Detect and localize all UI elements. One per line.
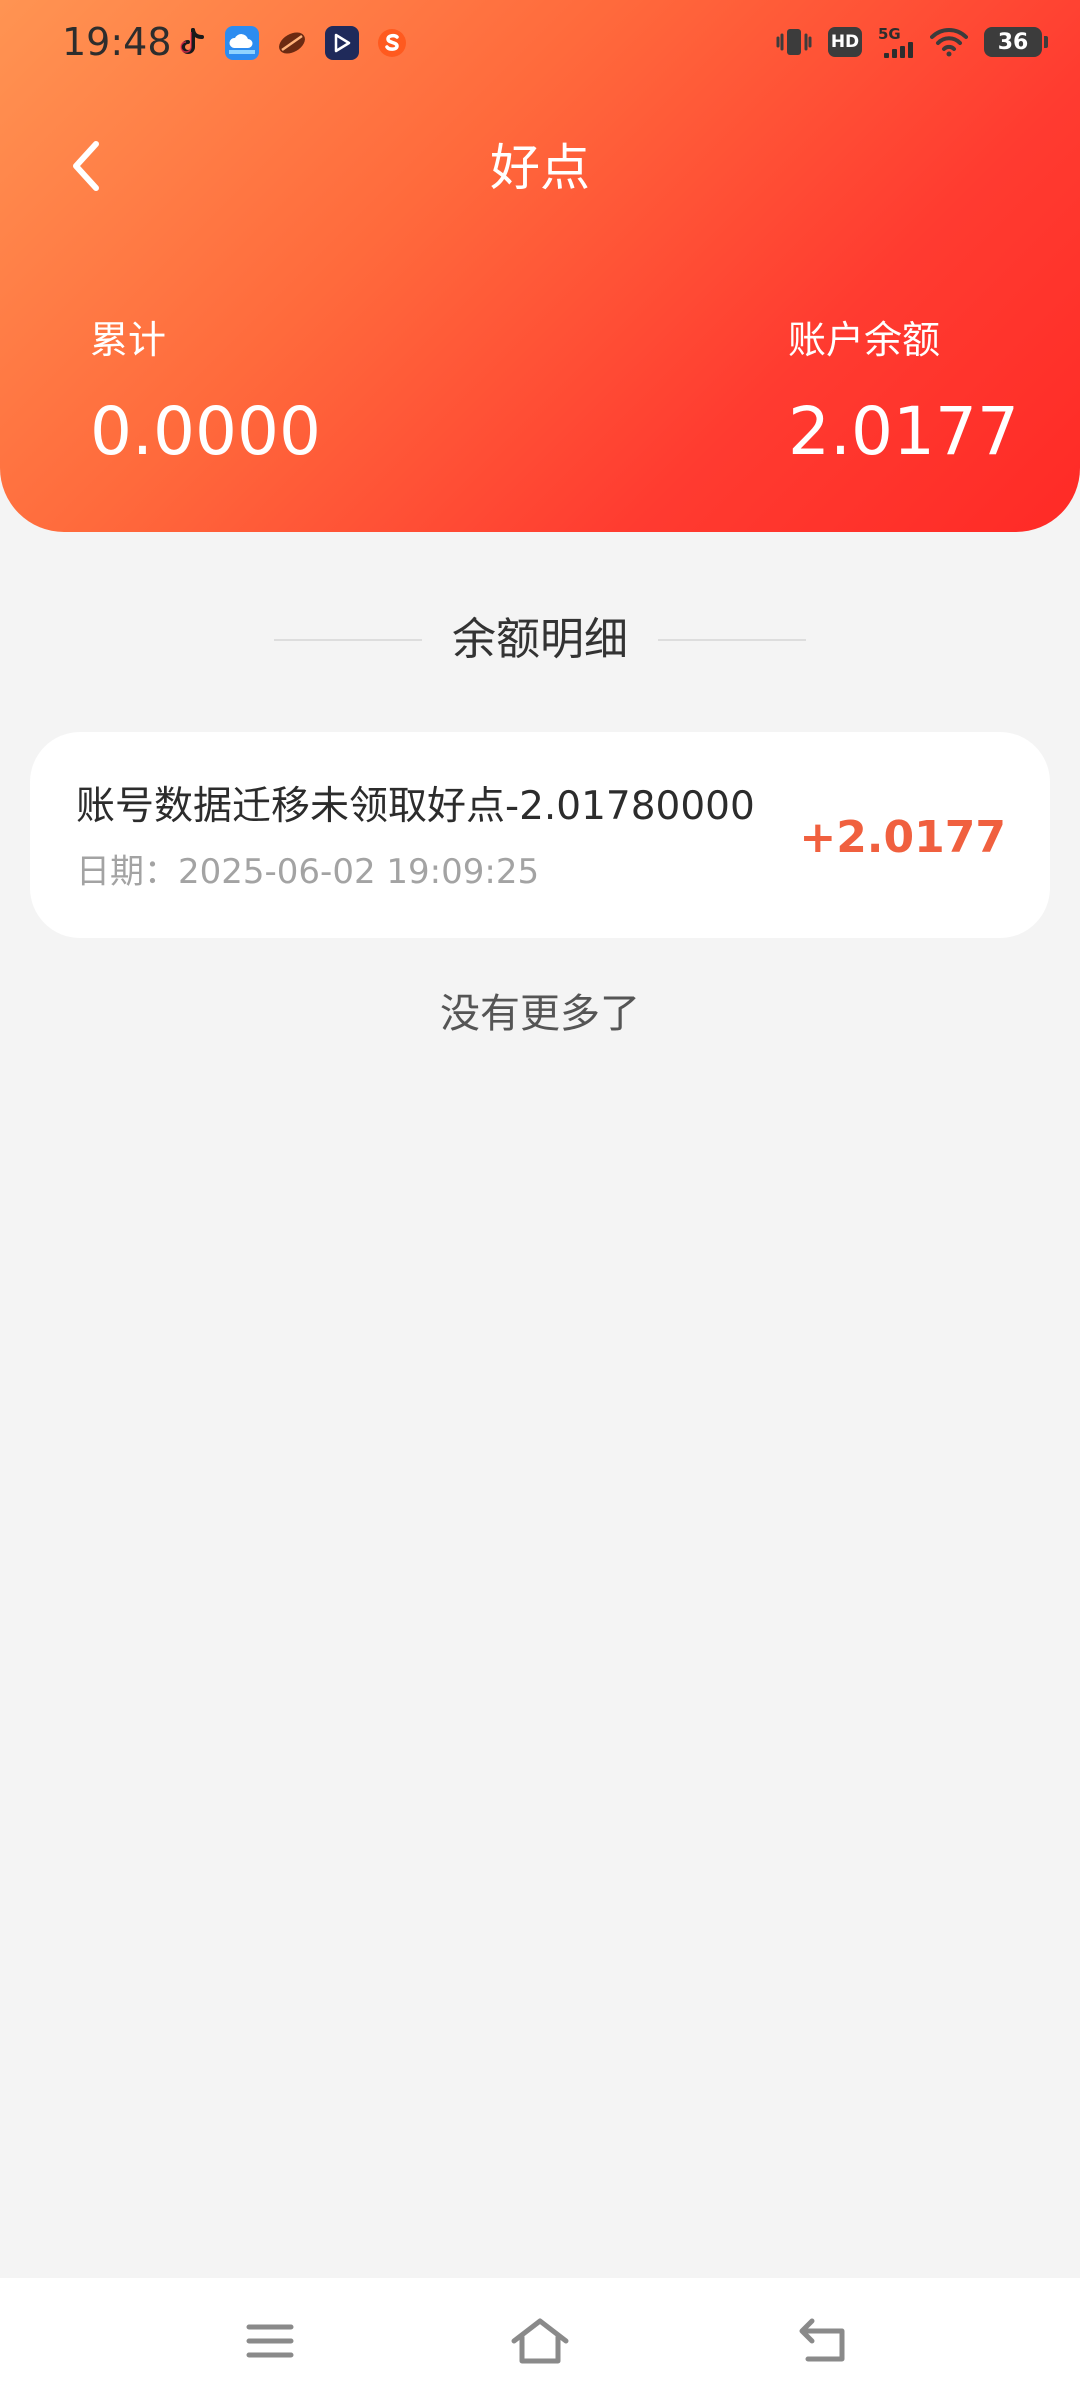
section-heading: 余额明细 xyxy=(0,608,1080,672)
status-app-icons xyxy=(175,26,409,60)
baidu-netdisk-icon xyxy=(225,26,259,60)
page-title: 好点 xyxy=(490,139,590,197)
tiktok-icon xyxy=(175,26,209,60)
back-icon xyxy=(799,2318,845,2362)
divider-left xyxy=(274,639,422,641)
home-button[interactable] xyxy=(500,2306,580,2376)
status-bar: 19:48 HD 5G 36 xyxy=(0,0,1080,84)
section-title: 余额明细 xyxy=(452,614,628,665)
vibrate-icon xyxy=(776,27,812,57)
menu-button[interactable] xyxy=(230,2306,310,2376)
system-nav-bar xyxy=(0,2278,1080,2408)
no-more-text: 没有更多了 xyxy=(440,991,640,1037)
record-date: 日期：2025-06-02 19:09:25 xyxy=(76,852,540,892)
back-nav-button[interactable] xyxy=(784,2306,864,2376)
hd-icon: HD xyxy=(828,27,862,57)
record-title: 账号数据迁移未领取好点-2.01780000 xyxy=(76,784,755,829)
menu-icon xyxy=(246,2324,294,2358)
list-item[interactable]: 账号数据迁移未领取好点-2.01780000 日期：2025-06-02 19:… xyxy=(30,732,1050,938)
wifi-icon xyxy=(930,27,968,57)
video-player-icon xyxy=(325,26,359,60)
page: 19:48 HD 5G 36 好点 累计 0.0000 账户余额 2.0177 … xyxy=(0,0,1080,2408)
leaf-app-icon xyxy=(275,26,309,60)
header-banner: 19:48 HD 5G 36 好点 累计 0.0000 账户余额 2.0177 xyxy=(0,0,1080,532)
network-type: 5G xyxy=(878,24,901,43)
5g-signal-icon: 5G xyxy=(878,24,914,58)
cumulative-value: 0.0000 xyxy=(90,393,321,470)
home-icon xyxy=(511,2318,569,2364)
status-time: 19:48 xyxy=(62,20,172,64)
record-amount: +2.0177 xyxy=(799,812,1006,863)
cumulative-label: 累计 xyxy=(90,318,167,362)
battery-icon: 36 xyxy=(984,27,1048,57)
sogou-icon xyxy=(375,26,409,60)
divider-right xyxy=(658,639,806,641)
status-system-icons: HD 5G 36 xyxy=(776,24,1048,60)
balance-value: 2.0177 xyxy=(788,393,1019,470)
balance-label: 账户余额 xyxy=(788,318,941,362)
